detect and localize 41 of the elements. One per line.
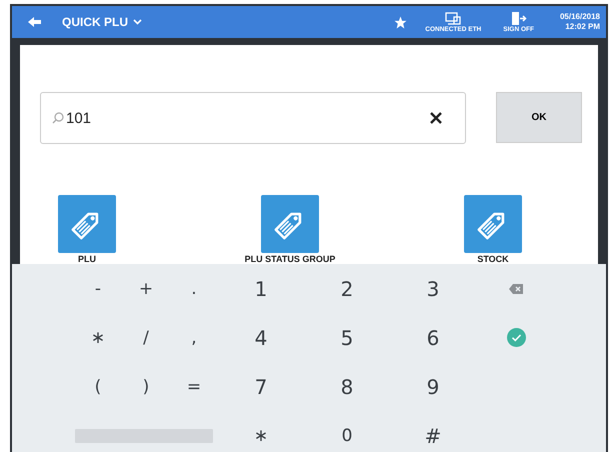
keypad-key[interactable]: ): [122, 362, 170, 411]
tile-label: STOCK: [477, 254, 509, 264]
keypad-key[interactable]: 7: [218, 362, 304, 411]
keypad-key[interactable]: 6: [390, 313, 476, 362]
keypad-key[interactable]: .: [170, 264, 218, 313]
tile-button[interactable]: [261, 195, 319, 253]
monitor-icon: [445, 12, 462, 24]
keypad-key[interactable]: ,: [170, 313, 218, 362]
keypad-key[interactable]: ∗: [218, 411, 304, 452]
date-text: 05/16/2018: [560, 12, 600, 22]
keypad-key[interactable]: 1: [218, 264, 304, 313]
backspace-icon[interactable]: [509, 284, 523, 294]
keypad-key[interactable]: 3: [390, 264, 476, 313]
checkmark-icon[interactable]: [506, 328, 526, 347]
keypad-key[interactable]: (: [74, 362, 122, 411]
star-icon[interactable]: [394, 16, 408, 28]
tile-button[interactable]: [58, 195, 116, 253]
keypad-key[interactable]: 2: [304, 264, 390, 313]
ok-button[interactable]: OK: [496, 92, 582, 143]
tile-button[interactable]: [464, 195, 522, 253]
keypad-key[interactable]: /: [122, 313, 170, 362]
keypad-key[interactable]: ∗: [74, 313, 122, 362]
keypad-key[interactable]: 9: [390, 362, 476, 411]
clear-icon[interactable]: [430, 112, 442, 124]
back-arrow-icon[interactable]: [28, 17, 42, 27]
keypad-key[interactable]: =: [170, 362, 218, 411]
time-text: 12:02 PM: [565, 22, 600, 32]
keypad-key[interactable]: -: [74, 264, 122, 313]
keypad-key[interactable]: #: [390, 411, 476, 452]
search-icon: [52, 112, 64, 124]
keypad-key[interactable]: 8: [304, 362, 390, 411]
title-dropdown[interactable]: QUICK PLU: [62, 15, 142, 29]
tile-label: PLU STATUS GROUP: [244, 254, 336, 264]
door-exit-icon: [510, 12, 527, 24]
tile-label: PLU: [78, 254, 96, 264]
keypad-key[interactable]: +: [122, 264, 170, 313]
keypad-key[interactable]: 0: [304, 411, 390, 452]
keypad-key[interactable]: 5: [304, 313, 390, 362]
search-field[interactable]: 101: [40, 92, 466, 144]
keypad-key[interactable]: 4: [218, 313, 304, 362]
caret-icon: [133, 19, 142, 25]
